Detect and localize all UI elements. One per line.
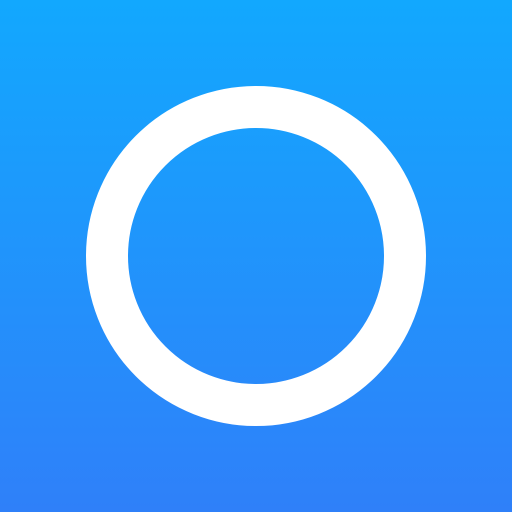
ring-icon (86, 86, 426, 426)
ring-shape (86, 86, 426, 426)
app-icon (0, 0, 512, 512)
